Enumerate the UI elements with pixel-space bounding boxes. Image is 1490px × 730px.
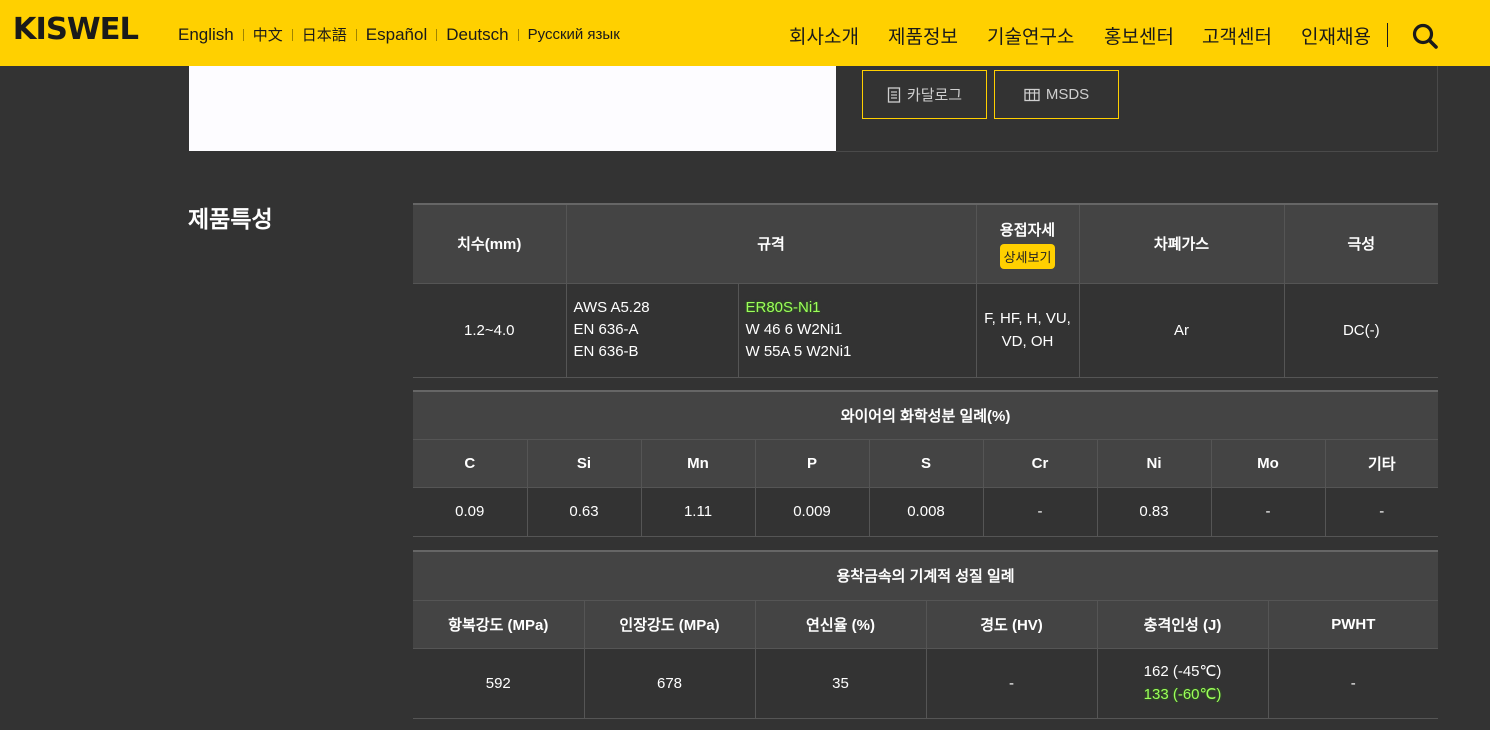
language-selector: English 中文 日本語 Español Deutsch Русский я…	[178, 24, 620, 45]
lang-japanese[interactable]: 日本語	[302, 24, 347, 45]
header-standard: 규격	[565, 203, 977, 284]
lang-divider	[242, 28, 244, 41]
lang-english[interactable]: English	[178, 25, 234, 45]
chem-header: 기타	[1324, 438, 1439, 488]
search-icon[interactable]	[1411, 22, 1439, 50]
chemical-composition-table: 와이어의 화학성분 일례(%) C Si Mn P S Cr Ni Mo 기타 …	[413, 390, 1439, 537]
spec-table: 치수(mm) 규격 용접자세 상세보기 차폐가스 극성 1.2~4.0 AWS …	[413, 203, 1439, 378]
mech-hardness: -	[925, 647, 1098, 719]
chem-header: Ni	[1096, 438, 1212, 488]
chem-header: C	[413, 438, 528, 488]
table-icon	[1024, 88, 1040, 101]
lang-russian[interactable]: Русский язык	[528, 26, 620, 43]
mech-header: 충격인성 (J)	[1096, 599, 1269, 649]
mech-header: 인장강도 (MPa)	[583, 599, 756, 649]
mech-tensile: 678	[583, 647, 756, 719]
nav-customer-center[interactable]: 고객센터	[1202, 22, 1272, 49]
table-header-row: 치수(mm) 규격 용접자세 상세보기 차폐가스 극성	[413, 203, 1439, 284]
table-header-row: 항복강도 (MPa) 인장강도 (MPa) 연신율 (%) 경도 (HV) 충격…	[413, 599, 1439, 649]
cell-standards-right: ER80S-Ni1 W 46 6 W2Ni1 W 55A 5 W2Ni1	[737, 282, 977, 378]
nav-company[interactable]: 회사소개	[789, 22, 859, 49]
catalog-button[interactable]: 카달로그	[862, 70, 987, 119]
mech-table-title: 용착금속의 기계적 성질 일례	[413, 550, 1439, 601]
standard-item: AWS A5.28	[573, 299, 650, 316]
header-gas: 차폐가스	[1078, 203, 1285, 284]
cell-size: 1.2~4.0	[413, 282, 567, 378]
table-row: 592 678 35 - 162 (-45℃) 133 (-60℃) -	[413, 647, 1439, 719]
header-polarity: 극성	[1283, 203, 1439, 284]
table-row: 1.2~4.0 AWS A5.28 EN 636-A EN 636-B ER80…	[413, 282, 1439, 378]
lang-divider	[355, 28, 357, 41]
header-position: 용접자세 상세보기	[975, 203, 1080, 284]
position-line: VD, OH	[1001, 333, 1054, 350]
chem-value: 1.11	[640, 486, 756, 537]
chem-header: Si	[526, 438, 642, 488]
header-position-label: 용접자세	[999, 221, 1056, 239]
site-header: KISWEL English 中文 日本語 Español Deutsch Ру…	[0, 0, 1490, 66]
catalog-label: 카달로그	[906, 87, 963, 104]
chem-header: P	[754, 438, 870, 488]
lang-divider	[291, 28, 293, 41]
chem-value: -	[1324, 486, 1439, 537]
chem-value: 0.008	[868, 486, 984, 537]
lang-chinese[interactable]: 中文	[253, 24, 283, 45]
kiswel-logo[interactable]: KISWEL	[13, 12, 139, 47]
nav-research[interactable]: 기술연구소	[987, 22, 1074, 49]
cell-polarity: DC(-)	[1283, 282, 1439, 378]
standard-item: W 55A 5 W2Ni1	[745, 343, 852, 360]
chem-table-title: 와이어의 화학성분 일례(%)	[413, 390, 1439, 440]
mech-pwht: -	[1267, 647, 1439, 719]
chem-value: -	[1210, 486, 1326, 537]
lang-spanish[interactable]: Español	[366, 25, 427, 45]
standard-item: EN 636-A	[573, 321, 639, 338]
chem-value: 0.09	[413, 486, 528, 537]
product-image	[189, 66, 836, 151]
standard-item: EN 636-B	[573, 343, 639, 360]
chem-header: Mn	[640, 438, 756, 488]
mech-yield: 592	[413, 647, 585, 719]
standard-item: W 46 6 W2Ni1	[745, 321, 843, 338]
cell-standards-left: AWS A5.28 EN 636-A EN 636-B	[565, 282, 739, 378]
chem-header: Mo	[1210, 438, 1326, 488]
nav-products[interactable]: 제품정보	[888, 22, 958, 49]
nav-pr-center[interactable]: 홍보센터	[1104, 22, 1174, 49]
details-button[interactable]: 상세보기	[999, 243, 1056, 269]
mech-header: 경도 (HV)	[925, 599, 1098, 649]
header-size: 치수(mm)	[413, 203, 567, 284]
mechanical-properties-table: 용착금속의 기계적 성질 일례 항복강도 (MPa) 인장강도 (MPa) 연신…	[413, 550, 1439, 719]
mech-elongation: 35	[754, 647, 927, 719]
chem-value: -	[982, 486, 1098, 537]
impact-value-highlighted: 133 (-60℃)	[1143, 686, 1222, 703]
impact-value: 162 (-45℃)	[1143, 663, 1222, 680]
cell-gas: Ar	[1078, 282, 1285, 378]
mech-impact: 162 (-45℃) 133 (-60℃)	[1096, 647, 1269, 719]
nav-divider	[1387, 23, 1388, 47]
table-row: 0.09 0.63 1.11 0.009 0.008 - 0.83 - -	[413, 486, 1439, 537]
nav-careers[interactable]: 인재채용	[1301, 22, 1371, 49]
mech-header: PWHT	[1267, 599, 1439, 649]
chem-value: 0.83	[1096, 486, 1212, 537]
chem-value: 0.63	[526, 486, 642, 537]
msds-label: MSDS	[1045, 86, 1090, 103]
section-title: 제품특성	[188, 206, 273, 232]
mech-header: 연신율 (%)	[754, 599, 927, 649]
lang-divider	[517, 28, 519, 41]
standard-item-highlighted: ER80S-Ni1	[745, 299, 821, 316]
lang-divider	[436, 28, 438, 41]
chem-value: 0.009	[754, 486, 870, 537]
table-title-row: 용착금속의 기계적 성질 일례	[413, 550, 1439, 601]
position-line: F, HF, H, VU,	[984, 310, 1071, 327]
msds-button[interactable]: MSDS	[994, 70, 1119, 119]
table-title-row: 와이어의 화학성분 일례(%)	[413, 390, 1439, 440]
chem-header: S	[868, 438, 984, 488]
cell-position: F, HF, H, VU, VD, OH	[975, 282, 1080, 378]
chem-header: Cr	[982, 438, 1098, 488]
lang-german[interactable]: Deutsch	[446, 25, 508, 45]
table-header-row: C Si Mn P S Cr Ni Mo 기타	[413, 438, 1439, 488]
mech-header: 항복강도 (MPa)	[413, 599, 585, 649]
document-icon	[887, 86, 901, 103]
